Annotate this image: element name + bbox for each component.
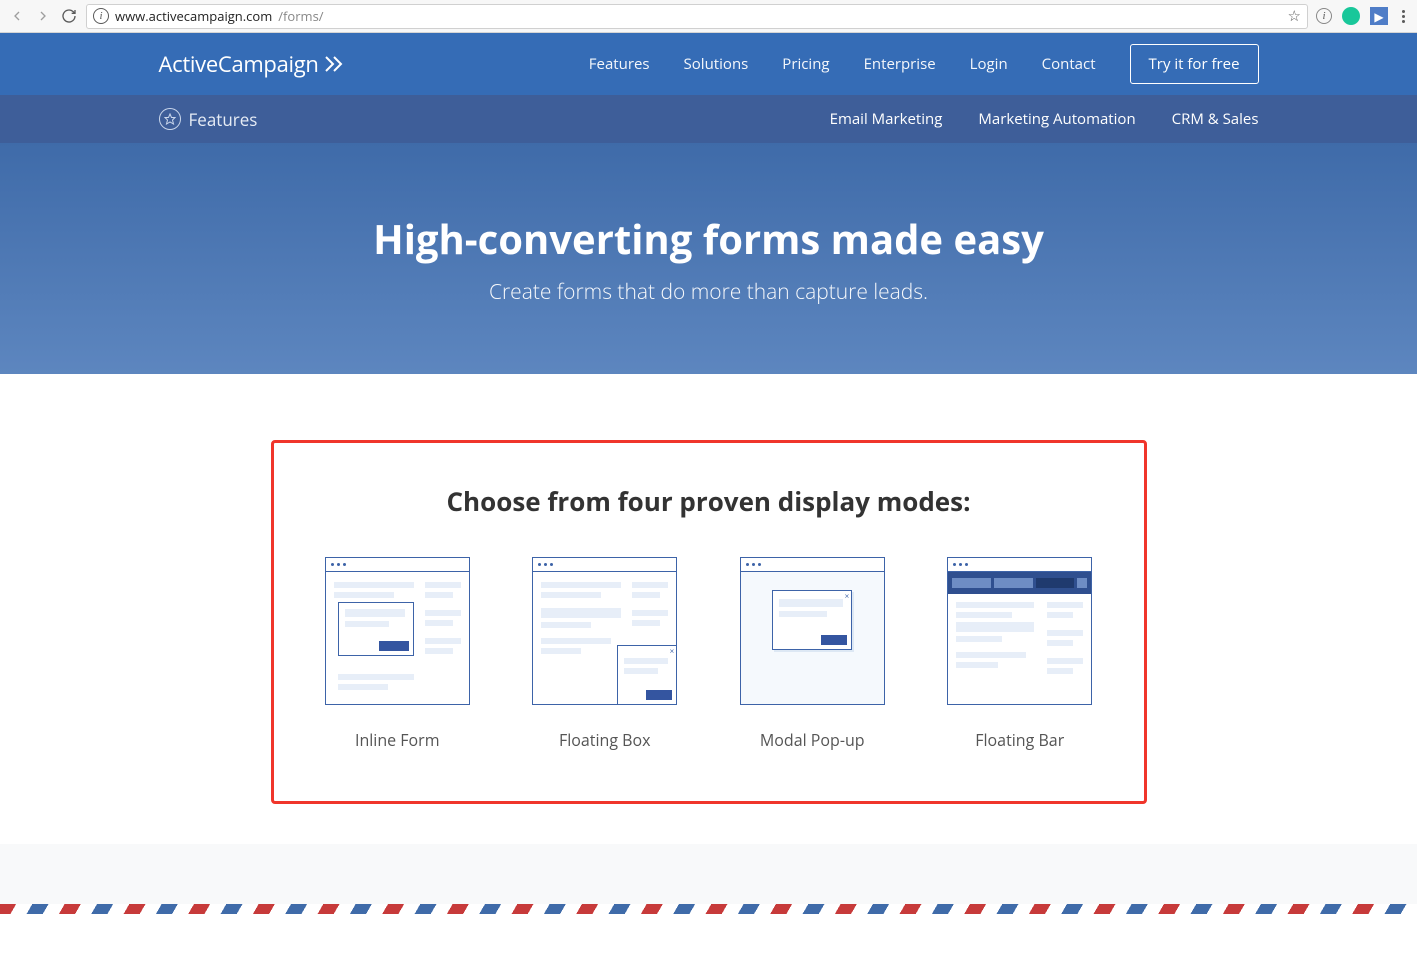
chrome-menu-icon[interactable] <box>1398 10 1409 23</box>
nav-links: Features Solutions Pricing Enterprise Lo… <box>589 44 1259 84</box>
hero-subtitle: Create forms that do more than capture l… <box>489 278 928 306</box>
card-label-floating-bar: Floating Bar <box>975 729 1064 751</box>
sub-nav-title: Features <box>189 108 258 131</box>
close-icon: × <box>845 593 850 601</box>
features-badge-icon <box>159 108 181 130</box>
bookmark-star-icon[interactable]: ☆ <box>1288 6 1301 26</box>
thumb-inline-form <box>325 557 470 705</box>
section-heading: Choose from four proven display modes: <box>274 483 1144 519</box>
url-domain: www.activecampaign.com <box>115 7 272 25</box>
brand-logo[interactable]: ActiveCampaign <box>159 49 345 79</box>
site-info-icon[interactable]: i <box>93 8 109 24</box>
thumb-modal-popup: × <box>740 557 885 705</box>
sub-nav-email-marketing[interactable]: Email Marketing <box>830 109 943 129</box>
sub-nav: Features Email Marketing Marketing Autom… <box>0 95 1417 143</box>
hero: High-converting forms made easy Create f… <box>0 143 1417 374</box>
display-mode-cards: Inline Form <box>274 557 1144 751</box>
extension-icons: i ▶ <box>1316 7 1409 25</box>
card-floating-box[interactable]: × Floating Box <box>517 557 692 751</box>
browser-chrome: i www.activecampaign.com/forms/ ☆ i ▶ <box>0 0 1417 33</box>
sub-nav-links: Email Marketing Marketing Automation CRM… <box>830 109 1259 129</box>
nav-item-features[interactable]: Features <box>589 54 650 74</box>
reload-icon[interactable] <box>60 7 78 25</box>
card-floating-bar[interactable]: Floating Bar <box>932 557 1107 751</box>
extension-grammarly-icon[interactable] <box>1342 7 1360 25</box>
thumb-floating-box: × <box>532 557 677 705</box>
card-label-modal-popup: Modal Pop-up <box>760 729 865 751</box>
back-icon[interactable] <box>8 7 26 25</box>
address-bar[interactable]: i www.activecampaign.com/forms/ ☆ <box>86 4 1308 29</box>
sub-nav-label: Features <box>159 108 258 131</box>
display-modes-box: Choose from four proven display modes: <box>271 440 1147 804</box>
sub-nav-marketing-automation[interactable]: Marketing Automation <box>978 109 1135 129</box>
hero-title: High-converting forms made easy <box>373 211 1044 266</box>
card-modal-popup[interactable]: × Modal Pop-up <box>725 557 900 751</box>
nav-item-enterprise[interactable]: Enterprise <box>864 54 936 74</box>
card-label-inline: Inline Form <box>355 729 440 751</box>
url-path: /forms/ <box>278 7 323 25</box>
card-inline-form[interactable]: Inline Form <box>310 557 485 751</box>
cta-try-free-button[interactable]: Try it for free <box>1130 44 1259 84</box>
sub-nav-crm-sales[interactable]: CRM & Sales <box>1172 109 1259 129</box>
brand-chevron-icon <box>325 56 345 72</box>
nav-item-login[interactable]: Login <box>970 54 1008 74</box>
extension-square-icon[interactable]: ▶ <box>1370 7 1388 25</box>
airmail-stripe <box>0 904 1417 914</box>
nav-item-contact[interactable]: Contact <box>1042 54 1096 74</box>
close-icon: × <box>670 648 675 656</box>
card-label-floating-box: Floating Box <box>559 729 651 751</box>
primary-nav: ActiveCampaign Features Solutions Pricin… <box>0 33 1417 95</box>
forward-icon[interactable] <box>34 7 52 25</box>
brand-name: ActiveCampaign <box>159 49 319 79</box>
nav-item-solutions[interactable]: Solutions <box>684 54 749 74</box>
section-gap <box>0 844 1417 904</box>
nav-item-pricing[interactable]: Pricing <box>782 54 829 74</box>
thumb-floating-bar <box>947 557 1092 705</box>
main-content: Choose from four proven display modes: <box>0 374 1417 844</box>
extension-info-icon[interactable]: i <box>1316 8 1332 24</box>
